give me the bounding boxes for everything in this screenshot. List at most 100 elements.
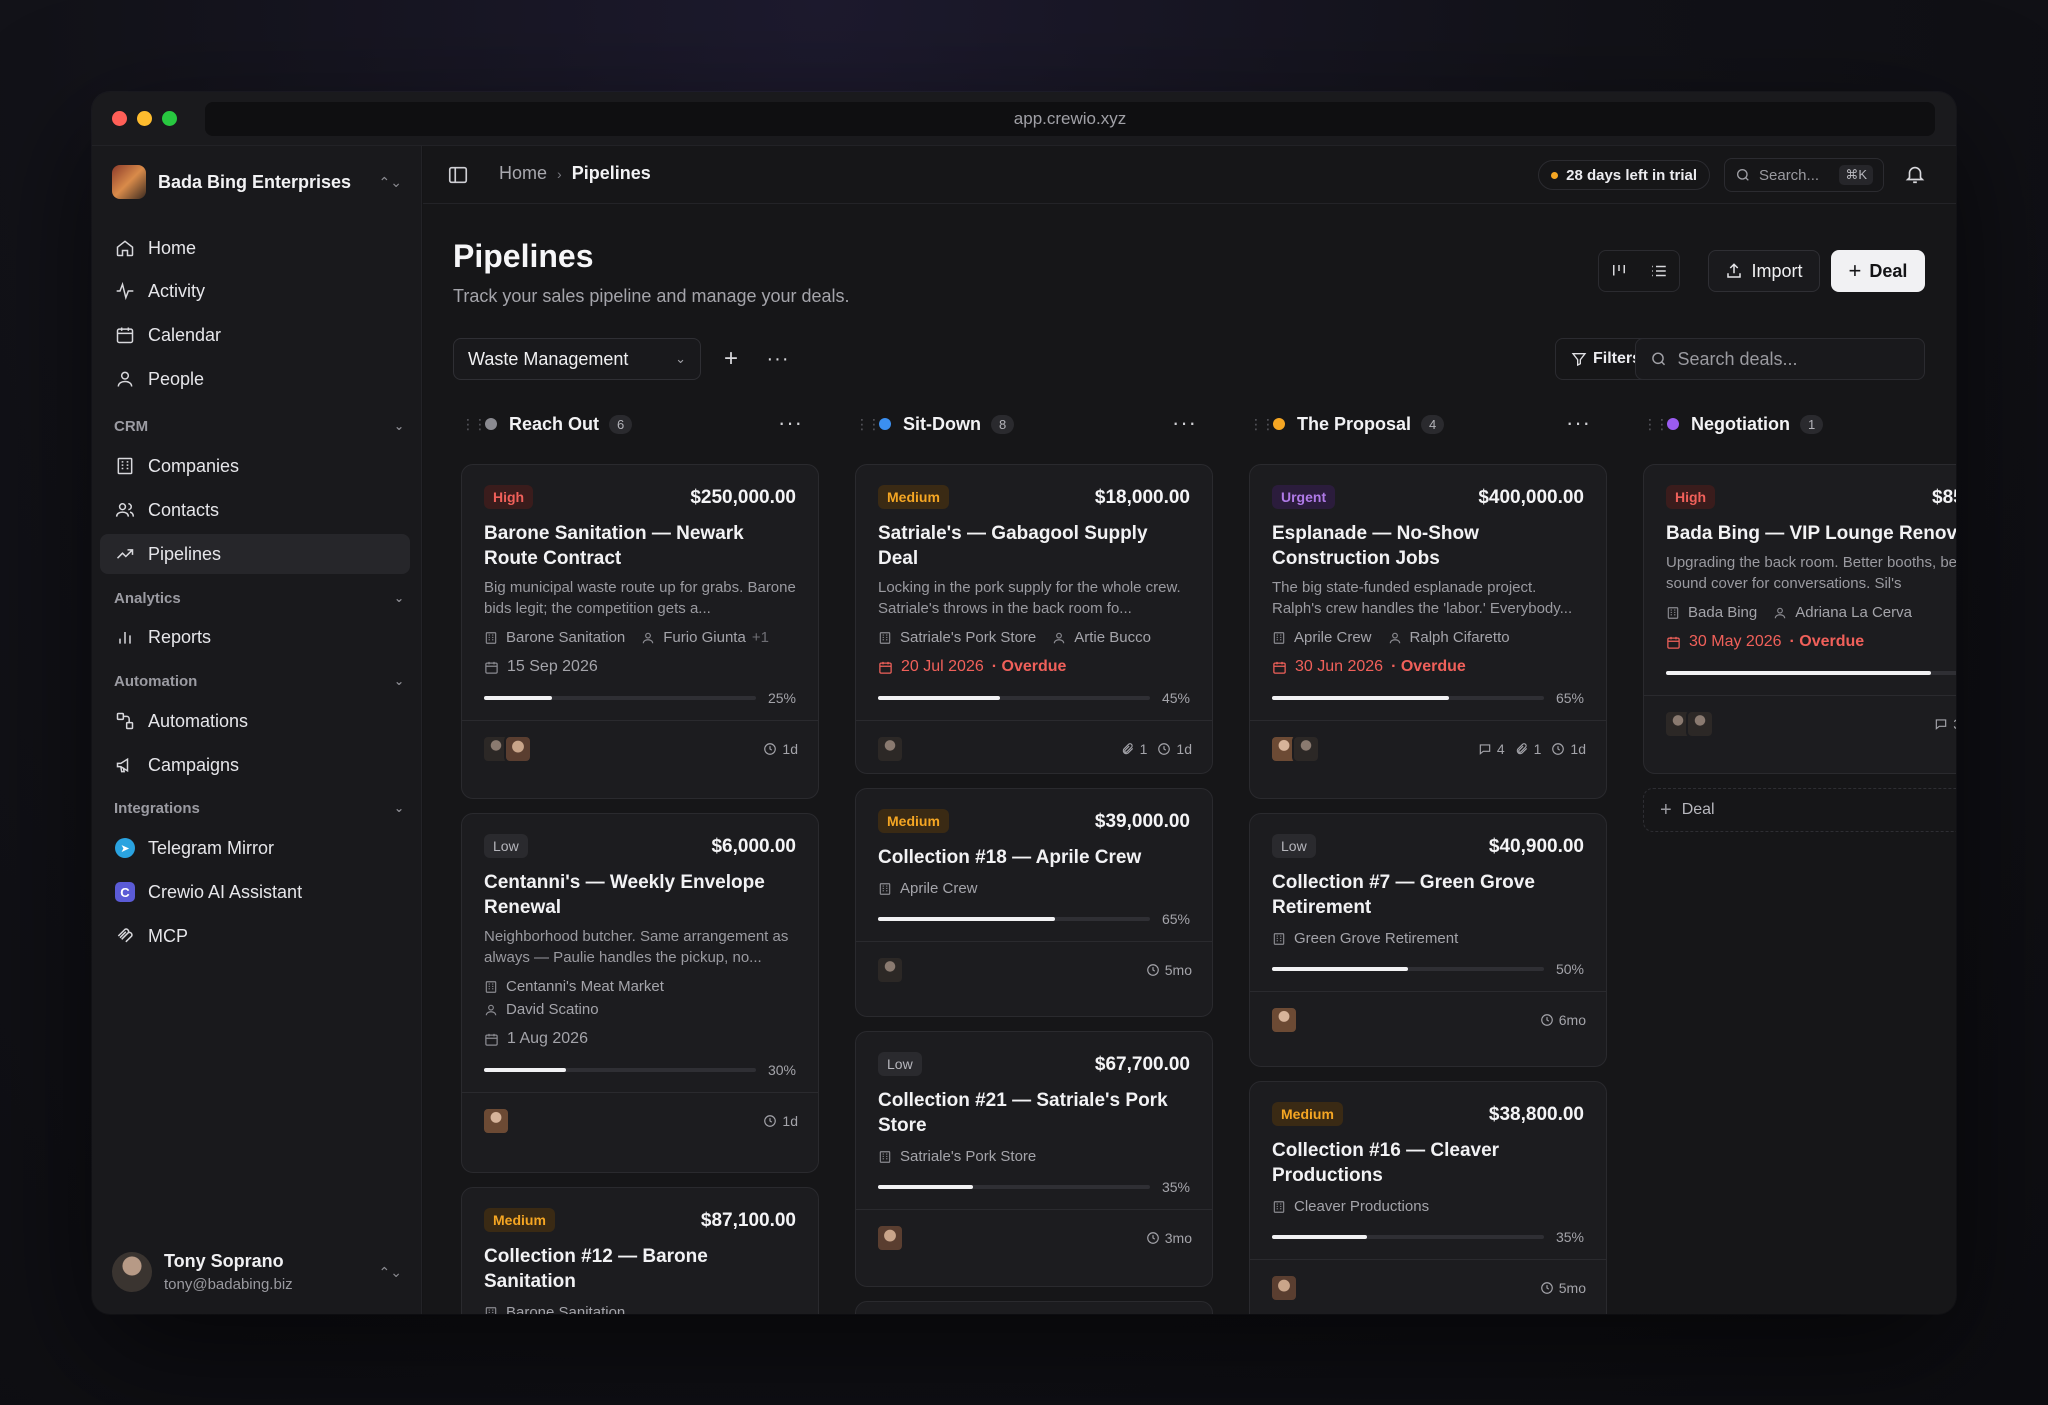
- avatar: [1292, 734, 1320, 763]
- deal-card[interactable]: Medium $39,000.00 Collection #18 — April…: [855, 788, 1213, 1017]
- breadcrumb: Home › Pipelines: [499, 163, 651, 184]
- sidebar-item-activity[interactable]: Activity: [100, 271, 410, 311]
- deal-card[interactable]: [855, 1301, 1213, 1314]
- deal-amount: $38,800.00: [1488, 1104, 1584, 1125]
- progress-bar: 35%: [878, 1179, 1190, 1195]
- clock-icon: [1146, 1231, 1159, 1244]
- deal-card[interactable]: High $250,000.00 Barone Sanitation — New…: [461, 464, 819, 799]
- sidebar-item-calendar[interactable]: Calendar: [100, 315, 410, 355]
- drag-handle-icon[interactable]: ⋮⋮: [461, 416, 487, 433]
- sidebar-item-companies[interactable]: Companies: [100, 446, 410, 486]
- kanban-view-button[interactable]: [1599, 251, 1639, 291]
- deal-card[interactable]: Medium $38,800.00 Collection #16 — Cleav…: [1249, 1081, 1607, 1314]
- bell-icon[interactable]: [1904, 163, 1926, 185]
- drag-handle-icon[interactable]: ⋮⋮: [855, 416, 881, 433]
- avatar: [1270, 1273, 1298, 1302]
- section-label: Automation: [114, 672, 198, 690]
- deal-description: Locking in the pork supply for the whole…: [878, 579, 1181, 617]
- close-window-button[interactable]: [112, 111, 127, 126]
- more-options-icon[interactable]: ···: [1566, 410, 1591, 436]
- sidebar-item-campaigns[interactable]: Campaigns: [100, 745, 410, 785]
- clock-icon: [1158, 742, 1171, 755]
- column-header: ⋮⋮ Negotiation 1: [1635, 408, 1956, 440]
- section-analytics[interactable]: Analytics ⌄: [114, 586, 404, 610]
- import-button[interactable]: Import: [1708, 250, 1820, 292]
- status-dot-icon: [1667, 418, 1679, 430]
- progress-percent: 50%: [1555, 961, 1584, 977]
- column-count: 4: [1421, 414, 1445, 434]
- search-icon: [1652, 352, 1666, 366]
- app-window: app.crewio.xyz Bada Bing Enterprises ⌃⌄ …: [92, 92, 1956, 1314]
- deal-date: 20 Jul 2026: [901, 658, 984, 675]
- sidebar-item-label: Telegram Mirror: [148, 837, 275, 858]
- section-crm[interactable]: CRM ⌄: [114, 414, 404, 438]
- comment-icon: [1479, 743, 1491, 755]
- sidebar-item-crewio-ai[interactable]: C Crewio AI Assistant: [100, 872, 410, 912]
- building-icon: [878, 1150, 892, 1164]
- deal-card[interactable]: Medium $87,100.00 Collection #12 — Baron…: [461, 1187, 819, 1314]
- deal-card[interactable]: Medium $18,000.00 Satriale's — Gabagool …: [855, 464, 1213, 774]
- page-title: Pipelines: [453, 238, 594, 274]
- pipeline-select[interactable]: Waste Management ⌄: [453, 338, 701, 380]
- deal-amount: $18,000.00: [1094, 487, 1190, 508]
- clock-icon: [1540, 1013, 1553, 1026]
- sidebar: Bada Bing Enterprises ⌃⌄ Home Activity C…: [92, 146, 422, 1314]
- more-options-icon[interactable]: ···: [778, 410, 803, 436]
- url-bar[interactable]: app.crewio.xyz: [205, 102, 1935, 136]
- sidebar-item-home[interactable]: Home: [100, 228, 410, 268]
- comment-count: 4: [1496, 740, 1505, 757]
- paperclip-icon: [1516, 742, 1527, 754]
- person-icon: [1773, 606, 1787, 620]
- breadcrumb-home[interactable]: Home: [499, 163, 547, 184]
- sidebar-item-label: Home: [148, 237, 197, 258]
- sidebar-item-contacts[interactable]: Contacts: [100, 490, 410, 530]
- deal-card[interactable]: Low $67,700.00 Collection #21 — Satriale…: [855, 1031, 1213, 1287]
- global-search[interactable]: Search... ⌘K: [1724, 158, 1884, 192]
- page-subtitle: Track your sales pipeline and manage you…: [453, 286, 850, 306]
- more-options-icon[interactable]: ···: [763, 344, 793, 374]
- sidebar-item-telegram-mirror[interactable]: ➤ Telegram Mirror: [100, 828, 410, 868]
- drag-handle-icon[interactable]: ⋮⋮: [1249, 416, 1275, 433]
- section-automation[interactable]: Automation ⌄: [114, 669, 404, 693]
- person-icon: [1052, 631, 1066, 645]
- user-menu[interactable]: Tony Soprano tony@badabing.biz ⌃⌄: [112, 1244, 402, 1300]
- assignee-avatars: [482, 734, 532, 763]
- maximize-window-button[interactable]: [162, 111, 177, 126]
- sidebar-toggle-icon[interactable]: [447, 164, 469, 186]
- clock-icon: [1540, 1281, 1553, 1294]
- avatar: [876, 1223, 904, 1252]
- minimize-window-button[interactable]: [137, 111, 152, 126]
- sidebar-item-label: Automations: [148, 710, 249, 731]
- deal-company: Satriale's Pork Store: [900, 629, 1037, 646]
- deal-company: Centanni's Meat Market: [506, 978, 664, 995]
- sidebar-item-people[interactable]: People: [100, 359, 410, 399]
- progress-bar: 25%: [484, 690, 796, 706]
- add-pipeline-button[interactable]: +: [716, 344, 746, 374]
- browser-titlebar: app.crewio.xyz: [92, 92, 1956, 146]
- column-reach-out: ⋮⋮ Reach Out 6 ··· High $250,000.00 Baro…: [453, 408, 819, 1314]
- calendar-icon: [1273, 661, 1286, 674]
- deal-age: 1d: [1570, 740, 1586, 757]
- deal-card[interactable]: Low $40,900.00 Collection #7 — Green Gro…: [1249, 813, 1607, 1067]
- deal-title: Esplanade — No-Show Construction Jobs: [1272, 523, 1479, 569]
- trial-text: 28 days left in trial: [1566, 166, 1697, 184]
- deal-title: Centanni's — Weekly Envelope Renewal: [484, 872, 765, 918]
- add-deal-button[interactable]: + Deal: [1643, 788, 1956, 832]
- deal-card[interactable]: Low $6,000.00 Centanni's — Weekly Envelo…: [461, 813, 819, 1173]
- deal-card[interactable]: High $85,000. Bada Bing — VIP Lounge Ren…: [1643, 464, 1956, 774]
- new-deal-button[interactable]: + Deal: [1831, 250, 1925, 292]
- org-switcher[interactable]: Bada Bing Enterprises ⌃⌄: [112, 162, 402, 202]
- trial-badge[interactable]: 28 days left in trial: [1538, 160, 1710, 190]
- sidebar-item-automations[interactable]: Automations: [100, 701, 410, 741]
- sidebar-item-mcp[interactable]: MCP: [100, 916, 410, 956]
- more-options-icon[interactable]: ···: [1172, 410, 1197, 436]
- sidebar-item-pipelines[interactable]: Pipelines: [100, 534, 410, 574]
- section-integrations[interactable]: Integrations ⌄: [114, 796, 404, 820]
- deal-card[interactable]: Urgent $400,000.00 Esplanade — No-Show C…: [1249, 464, 1607, 799]
- building-icon: [878, 631, 892, 645]
- sidebar-item-reports[interactable]: Reports: [100, 617, 410, 657]
- search-deals-input[interactable]: [1677, 348, 1910, 370]
- list-view-button[interactable]: [1639, 251, 1679, 291]
- building-icon: [1272, 932, 1286, 946]
- drag-handle-icon[interactable]: ⋮⋮: [1643, 416, 1669, 433]
